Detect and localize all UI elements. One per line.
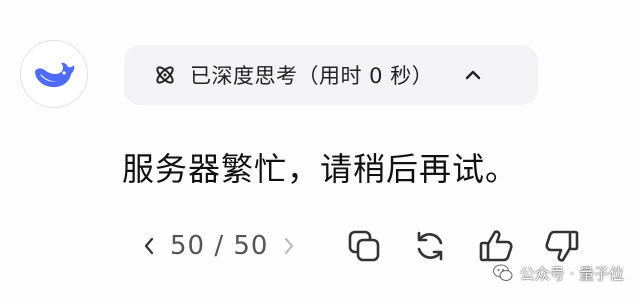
chat-message-page: 已深度思考（用时 0 秒） 服务器繁忙，请稍后再试。 50 / 50 公众号 ·… <box>0 0 640 298</box>
thumbs-down-icon <box>545 230 579 262</box>
chevron-left-icon <box>144 237 154 255</box>
watermark: 公众号 · 量子位 <box>492 262 624 284</box>
regenerate-button[interactable] <box>408 224 452 268</box>
response-pager: 50 / 50 <box>136 228 302 264</box>
copy-icon <box>349 230 380 262</box>
deepseek-whale-icon <box>35 62 75 88</box>
next-response-button[interactable] <box>276 228 302 264</box>
assistant-message: 服务器繁忙，请稍后再试。 <box>122 150 519 188</box>
thinking-label: 已深度思考（用时 0 秒） <box>190 64 434 88</box>
prev-response-button[interactable] <box>136 228 162 264</box>
chevron-up-icon[interactable] <box>463 65 483 85</box>
refresh-icon <box>418 231 443 261</box>
assistant-avatar <box>20 40 88 108</box>
thinking-toggle[interactable]: 已深度思考（用时 0 秒） <box>124 45 538 105</box>
wechat-icon <box>492 264 513 281</box>
atom-icon <box>152 62 178 88</box>
response-count: 50 / 50 <box>170 231 269 261</box>
thumbs-up-icon <box>480 230 514 262</box>
copy-button[interactable] <box>342 224 386 268</box>
chevron-right-icon <box>285 237 294 255</box>
watermark-text: 公众号 · 量子位 <box>519 264 624 283</box>
